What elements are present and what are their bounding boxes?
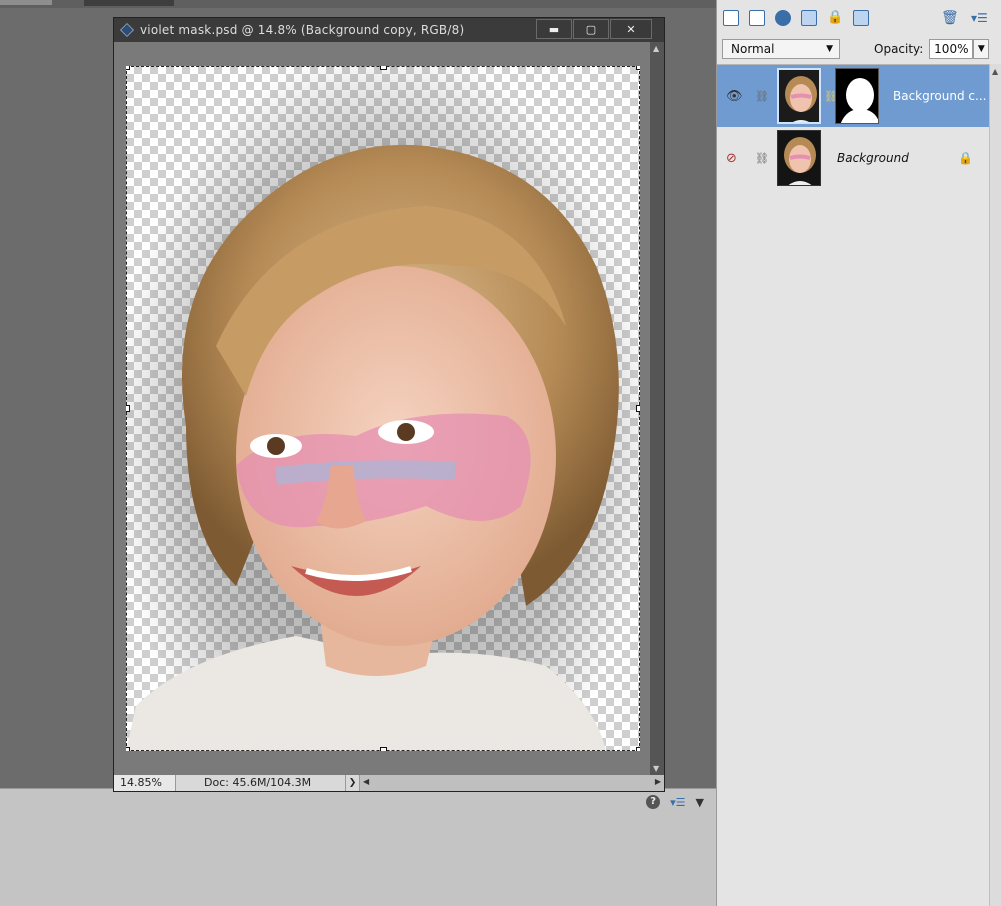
active-top-tab[interactable] <box>84 0 174 6</box>
layers-panel: 🔒 🗑 ▾☰ Normal ▼ Opacity: 100% ▼ 👁 ⛓ ⛓ Ba… <box>716 0 1001 906</box>
transform-handle-bl[interactable] <box>126 747 130 751</box>
scroll-down-icon[interactable]: ▼ <box>653 764 659 773</box>
lock-all-icon[interactable]: 🔒 <box>827 10 843 26</box>
transform-handle-bc[interactable] <box>380 747 387 751</box>
lower-panel-icons: ? ▾☰ ▼ <box>646 795 704 809</box>
trash-icon[interactable]: 🗑 <box>941 10 959 26</box>
mask-thumbnail[interactable] <box>835 68 879 124</box>
transform-handle-tc[interactable] <box>380 66 387 70</box>
layer-lock-icon[interactable]: 🔒 <box>958 151 973 165</box>
eye-icon[interactable]: 👁 <box>726 89 743 104</box>
layers-controls: Normal ▼ Opacity: 100% ▼ <box>717 36 1001 62</box>
scroll-right-icon[interactable]: ▶ <box>655 777 661 786</box>
help-icon[interactable]: ? <box>646 795 661 809</box>
blend-mode-select[interactable]: Normal ▼ <box>722 39 840 59</box>
vertical-scrollbar[interactable]: ▲ ▼ <box>650 42 664 775</box>
document-title: violet mask.psd @ 14.8% (Background copy… <box>140 23 465 37</box>
scroll-left-icon[interactable]: ◀ <box>363 777 369 786</box>
document-canvas-area <box>114 42 652 775</box>
link-icon[interactable]: ⛓ <box>755 152 769 165</box>
window-buttons: ▬ ▢ ✕ <box>536 19 652 39</box>
scroll-up-icon[interactable]: ▲ <box>992 67 998 76</box>
status-menu-arrow-icon[interactable]: ❯ <box>346 775 360 791</box>
opacity-input[interactable]: 100% <box>929 39 974 59</box>
panel-menu-icon[interactable]: ▾☰ <box>670 796 685 809</box>
lower-panel: ? ▾☰ ▼ <box>0 788 716 906</box>
selection-marquee <box>126 66 640 751</box>
layer-thumbnail[interactable] <box>777 130 821 186</box>
opacity-label: Opacity: <box>874 42 924 56</box>
transform-handle-mr[interactable] <box>636 405 640 412</box>
document-window: violet mask.psd @ 14.8% (Background copy… <box>113 17 665 792</box>
horizontal-scrollbar[interactable]: ◀ ▶ <box>360 775 664 791</box>
top-strip <box>0 0 716 8</box>
blend-mode-value: Normal <box>731 42 775 56</box>
eye-hidden-icon[interactable]: ⊘ <box>726 151 737 166</box>
add-mask-icon[interactable] <box>801 10 817 26</box>
new-layer-icon[interactable] <box>723 10 739 26</box>
layers-toolbar: 🔒 🗑 ▾☰ <box>717 0 1001 36</box>
minimize-button[interactable]: ▬ <box>536 19 572 39</box>
transform-handle-tl[interactable] <box>126 66 130 70</box>
document-icon <box>120 23 134 37</box>
transform-handle-tr[interactable] <box>636 66 640 70</box>
layer-row-background-copy[interactable]: 👁 ⛓ ⛓ Background c... <box>717 65 990 127</box>
top-tab[interactable] <box>0 0 52 5</box>
document-size: Doc: 45.6M/104.3M <box>176 775 346 791</box>
layer-name[interactable]: Background <box>837 151 909 165</box>
document-title-bar[interactable]: violet mask.psd @ 14.8% (Background copy… <box>114 18 664 42</box>
layer-thumbnail[interactable] <box>777 68 821 124</box>
zoom-level[interactable]: 14.85% <box>114 775 176 791</box>
layers-scrollbar[interactable]: ▲ <box>989 64 1001 906</box>
transform-handle-ml[interactable] <box>126 405 130 412</box>
link-icon[interactable]: ⛓ <box>755 90 769 103</box>
lock-transparent-icon[interactable] <box>853 10 869 26</box>
new-group-icon[interactable] <box>749 10 765 26</box>
chevron-down-icon: ▼ <box>826 44 833 54</box>
layer-row-background[interactable]: ⊘ ⛓ Background 🔒 <box>717 127 990 189</box>
adjustment-layer-icon[interactable] <box>775 10 791 26</box>
maximize-button[interactable]: ▢ <box>573 19 609 39</box>
image-canvas[interactable] <box>126 66 640 751</box>
opacity-dropdown-button[interactable]: ▼ <box>973 39 990 59</box>
scroll-up-icon[interactable]: ▲ <box>653 44 659 53</box>
status-bar: 14.85% Doc: 45.6M/104.3M ❯ ◀ ▶ <box>114 775 664 791</box>
panel-menu-icon[interactable]: ▾☰ <box>971 10 988 26</box>
close-button[interactable]: ✕ <box>610 19 652 39</box>
transform-handle-br[interactable] <box>636 747 640 751</box>
chevron-down-icon[interactable]: ▼ <box>696 796 704 809</box>
layers-list: 👁 ⛓ ⛓ Background c... ⊘ ⛓ Background 🔒 <box>717 64 990 906</box>
layer-name[interactable]: Background c... <box>893 89 986 103</box>
